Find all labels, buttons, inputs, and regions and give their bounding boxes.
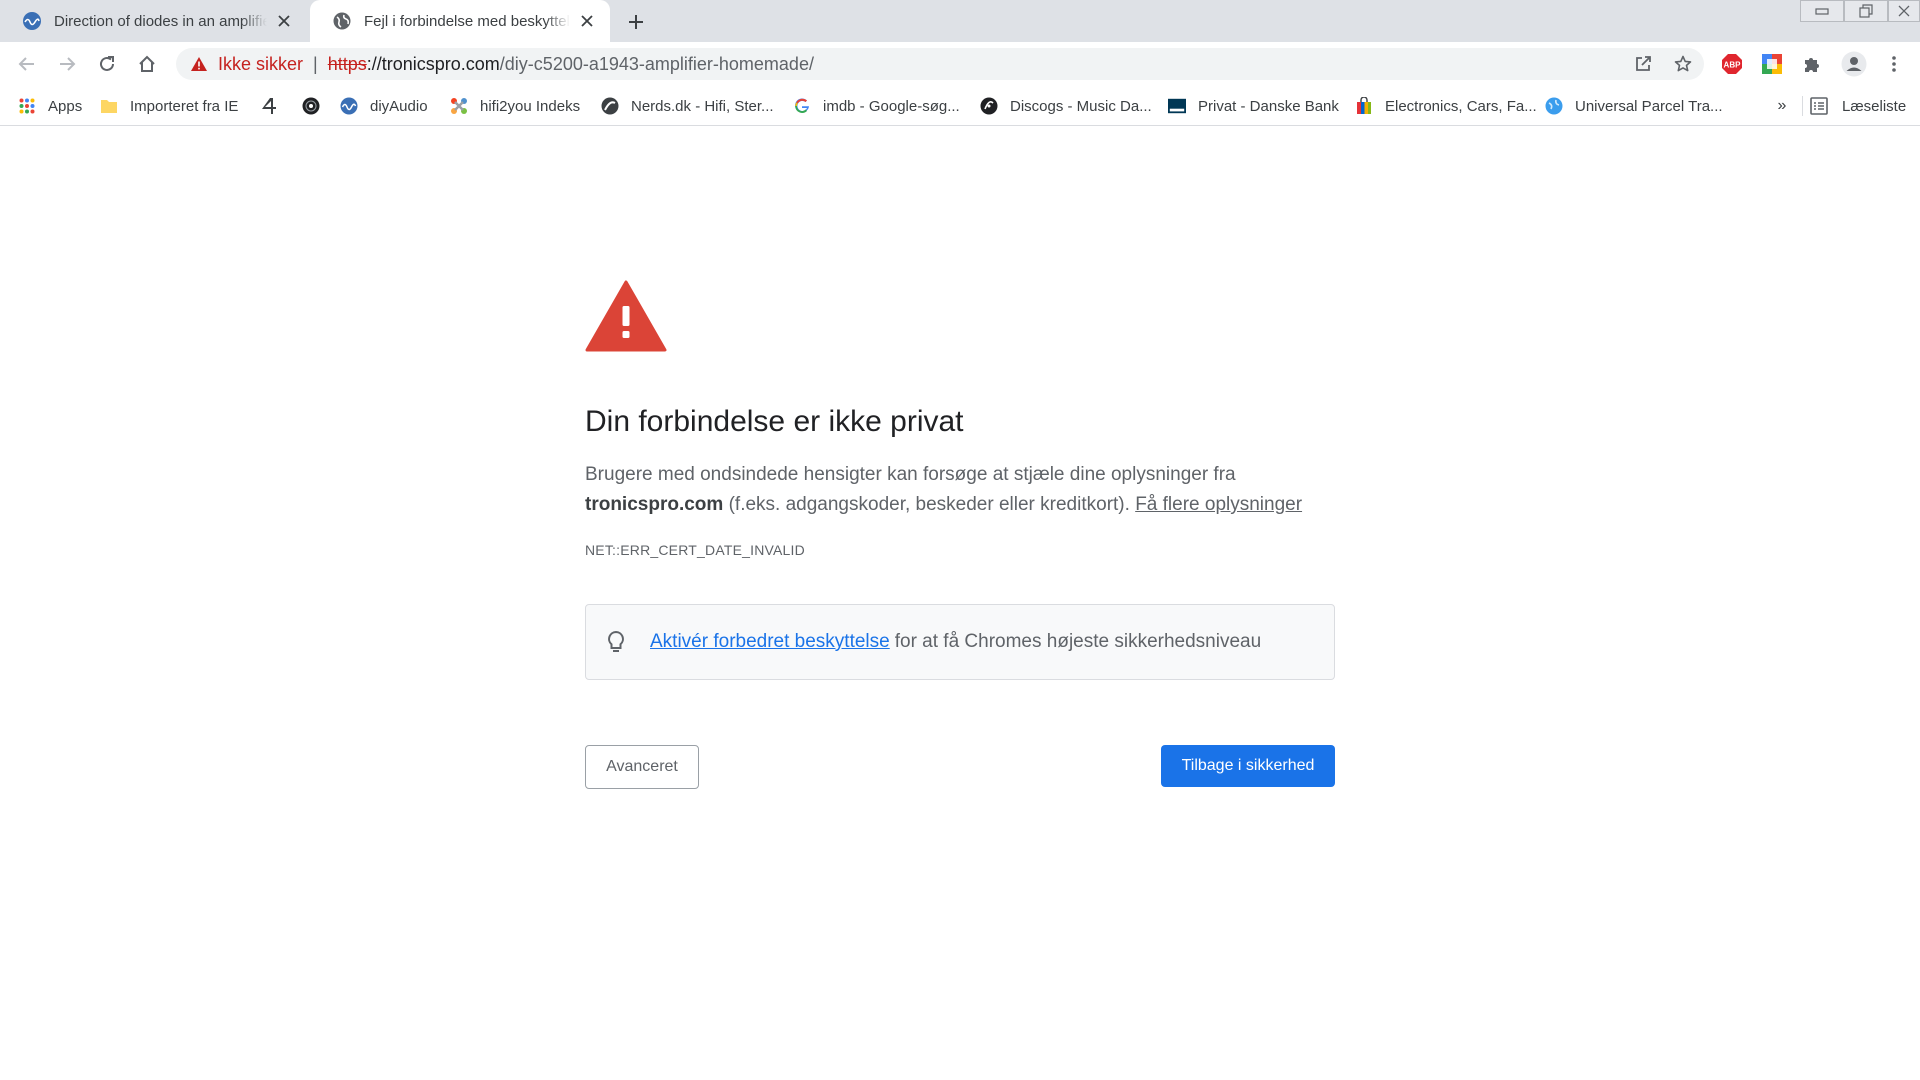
bookmark-hifi2you[interactable]: hifi2you Indeks [450, 94, 580, 118]
ebay-bag-icon [1355, 97, 1373, 115]
svg-text:ABP: ABP [1724, 61, 1742, 70]
restore-window-icon[interactable] [1844, 0, 1888, 22]
url-scheme: https [327, 53, 367, 74]
bookmark-star-icon[interactable] [1670, 51, 1696, 77]
bookmark-label: hifi2you Indeks [480, 97, 581, 115]
bookmark-label: Importeret fra IE [130, 97, 239, 115]
nerds-icon [601, 97, 619, 115]
forward-arrow-icon[interactable] [53, 50, 81, 78]
bookmark-label: Apps [48, 97, 83, 115]
advanced-button[interactable]: Avanceret [585, 745, 699, 789]
security-status-label[interactable]: Ikke sikker [218, 54, 303, 75]
joomla-icon [450, 97, 468, 115]
security-separator: | [313, 53, 318, 74]
enable-enhanced-protection-link[interactable]: Aktivér forbedret beskyttelse [650, 631, 890, 653]
browser-toolbar: Ikke sikker | https ://tronicspro.com /d… [0, 42, 1920, 86]
home-icon[interactable] [133, 50, 161, 78]
close-window-icon[interactable] [1888, 0, 1920, 22]
more-bookmarks-chevron-icon[interactable]: » [1770, 94, 1794, 118]
bookmark-label: imdb - Google-søg... [823, 97, 960, 115]
not-secure-warning-icon[interactable] [190, 55, 208, 73]
diyaudio-icon [22, 11, 42, 31]
lightbulb-icon [606, 630, 630, 654]
tab-close-icon[interactable] [273, 10, 295, 32]
bookmark-vinyl[interactable] [302, 94, 332, 118]
globe-icon [332, 11, 352, 31]
new-tab-plus-icon[interactable] [622, 8, 650, 36]
google-g-icon [793, 97, 811, 115]
more-menu-icon[interactable] [1880, 50, 1908, 78]
bookmark-discogs[interactable]: Discogs - Music Da... [980, 94, 1152, 118]
bookmarks-divider [1802, 96, 1803, 116]
description-text: Brugere med ondsindede hensigter kan for… [585, 464, 1236, 485]
reading-list-icon [1810, 96, 1830, 116]
description-text-cont: (f.eks. adgangskoder, beskeder eller kre… [723, 494, 1136, 515]
tab-title: Fejl i forbindelse med beskyttelse [364, 12, 570, 30]
tab-strip: Direction of diodes in an amplifier Fejl… [0, 0, 1920, 42]
bookmark-channel4[interactable] [260, 94, 290, 118]
channel4-icon [260, 97, 278, 115]
folder-icon [100, 97, 118, 115]
bookmark-folder-imported-ie[interactable]: Importeret fra IE [100, 94, 238, 118]
error-description: Brugere med ondsindede hensigter kan for… [585, 460, 1335, 520]
reading-list-label: Læseliste [1842, 97, 1907, 115]
bookmark-universal-parcel[interactable]: Universal Parcel Tra... [1545, 94, 1723, 118]
reload-icon[interactable] [93, 50, 121, 78]
page-content: Din forbindelse er ikke privat Brugere m… [0, 127, 1920, 1080]
tab-direction-of-diodes[interactable]: Direction of diodes in an amplifier [0, 0, 307, 42]
apps-grid-icon [18, 97, 36, 115]
bookmark-danske-bank[interactable]: Privat - Danske Bank [1168, 94, 1339, 118]
bookmark-diyaudio[interactable]: diyAudio [340, 94, 428, 118]
back-to-safety-button[interactable]: Tilbage i sikkerhed [1161, 745, 1335, 787]
bookmarks-bar: Apps Importeret fra IE diyAudio hifi2you… [0, 86, 1920, 126]
bookmark-apps[interactable]: Apps [18, 94, 82, 118]
page-title: Din forbindelse er ikke privat [585, 405, 964, 438]
bookmark-nerds-dk[interactable]: Nerds.dk - Hifi, Ster... [601, 94, 774, 118]
diyaudio-icon [340, 97, 358, 115]
parcel-globe-icon [1545, 97, 1563, 115]
tab-title: Direction of diodes in an amplifier [54, 12, 267, 30]
bookmark-imdb-google[interactable]: imdb - Google-søg... [793, 94, 960, 118]
share-icon[interactable] [1630, 51, 1656, 77]
tab-connection-error[interactable]: Fejl i forbindelse med beskyttelse [310, 0, 610, 42]
bookmark-label: Privat - Danske Bank [1198, 97, 1339, 115]
danske-bank-icon [1168, 97, 1186, 115]
bookmark-ebay-electronics[interactable]: Electronics, Cars, Fa... [1355, 94, 1537, 118]
tab-close-icon[interactable] [576, 10, 598, 32]
discogs-icon [980, 97, 998, 115]
address-bar[interactable]: Ikke sikker | https ://tronicspro.com /d… [176, 48, 1704, 80]
extensions-puzzle-icon[interactable] [1800, 52, 1824, 76]
url-host: ://tronicspro.com [366, 53, 500, 74]
bookmark-label: Nerds.dk - Hifi, Ster... [631, 97, 774, 115]
red-warning-triangle-icon [585, 280, 667, 352]
url-path: /diy-c5200-a1943-amplifier-homemade/ [499, 53, 814, 74]
learn-more-link[interactable]: Få flere oplysninger [1135, 494, 1302, 515]
bookmark-label: Discogs - Music Da... [1010, 97, 1152, 115]
vinyl-record-icon [302, 97, 320, 115]
minimize-window-icon[interactable] [1800, 0, 1844, 22]
adblock-plus-icon[interactable]: ABP [1720, 52, 1744, 76]
bookmark-label: Electronics, Cars, Fa... [1385, 97, 1537, 115]
error-code: NET::ERR_CERT_DATE_INVALID [585, 542, 805, 558]
enhanced-protection-box: Aktivér forbedret beskyttelse for at få … [585, 604, 1335, 680]
affected-domain: tronicspro.com [585, 494, 724, 515]
profile-avatar-icon[interactable] [1840, 50, 1868, 78]
reading-list-button[interactable]: Læseliste [1810, 94, 1906, 118]
bookmark-label: Universal Parcel Tra... [1575, 97, 1723, 115]
google-translate-icon[interactable] [1760, 52, 1784, 76]
back-arrow-icon[interactable] [13, 50, 41, 78]
enhanced-protection-text: for at få Chromes højeste sikkerhedsnive… [894, 631, 1262, 652]
bookmark-label: diyAudio [370, 97, 428, 115]
